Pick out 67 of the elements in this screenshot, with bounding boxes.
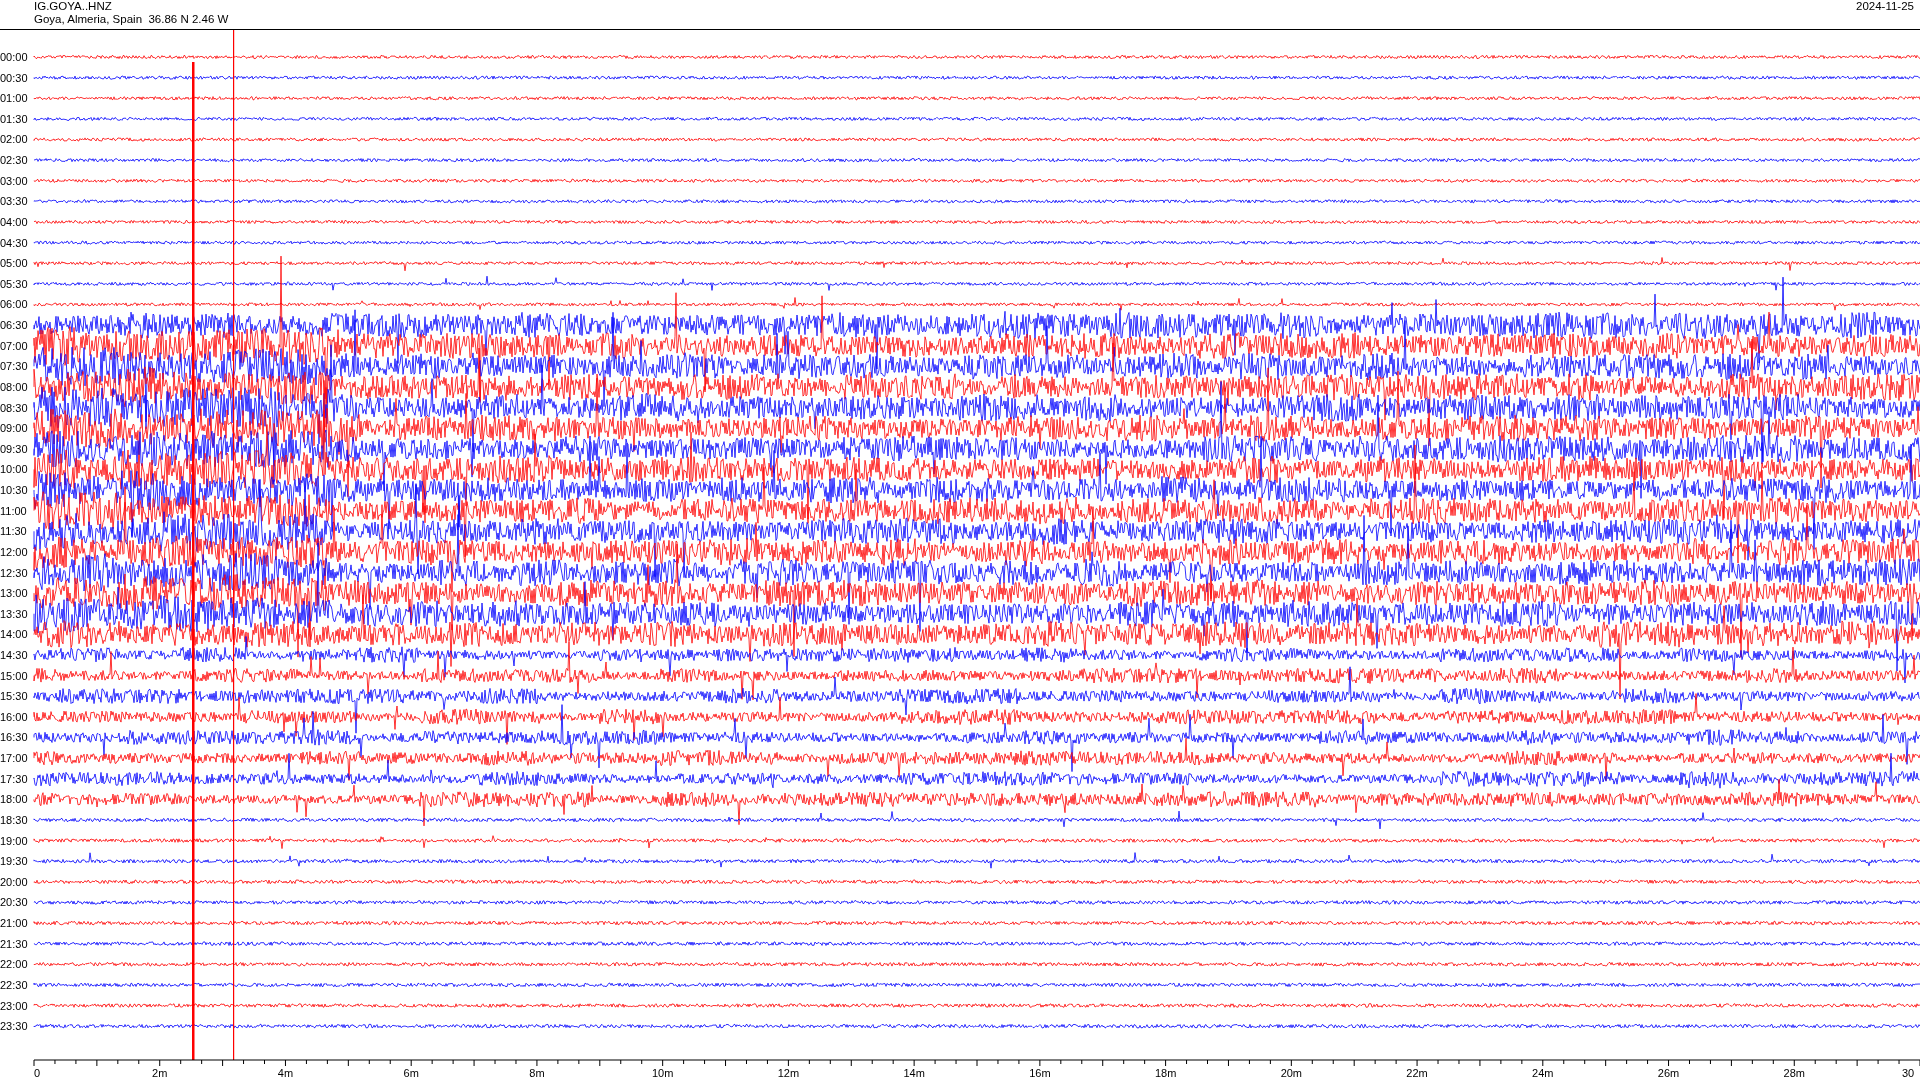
axis-label: 4m: [277, 1067, 294, 1078]
time-label: 22:00: [0, 958, 28, 971]
time-label: 00:00: [0, 51, 28, 63]
axis-label: 8m: [529, 1067, 545, 1078]
time-label: 20:30: [0, 896, 28, 909]
time-label: 16:00: [0, 710, 28, 723]
axis-label: 0: [34, 1067, 41, 1078]
time-label: 10:00: [0, 463, 28, 476]
axis-label: 30: [1901, 1067, 1915, 1078]
axis-label: 16m: [1029, 1067, 1051, 1078]
time-label: 15:00: [0, 669, 28, 682]
time-label: 02:30: [0, 154, 28, 167]
time-label: 14:00: [0, 628, 28, 641]
time-label: 20:00: [0, 875, 28, 888]
date-label: 2024-11-25: [1856, 0, 1915, 13]
time-label: 15:30: [0, 690, 28, 703]
time-label: 21:00: [0, 917, 28, 930]
time-label: 05:30: [0, 277, 28, 290]
time-label: 17:00: [0, 752, 28, 765]
time-label: 01:30: [0, 112, 28, 125]
time-label: 00:30: [0, 71, 28, 84]
axis-label: 22m: [1406, 1067, 1428, 1078]
time-label: 19:30: [0, 855, 28, 868]
axis-label: 2m: [152, 1067, 168, 1078]
time-label: 06:00: [0, 298, 28, 311]
time-label: 03:00: [0, 174, 28, 187]
time-label: 10:30: [0, 484, 28, 496]
axis-label: 14m: [903, 1067, 925, 1078]
time-label: 23:30: [0, 1020, 28, 1033]
axis-label: 10m: [651, 1067, 674, 1078]
axis-label: 28m: [1783, 1067, 1805, 1078]
time-label: 19:00: [0, 834, 28, 847]
axis-label: 12m: [777, 1067, 800, 1078]
time-label: 13:00: [0, 587, 28, 600]
time-label: 09:30: [0, 442, 28, 455]
time-label: 04:30: [0, 236, 28, 249]
time-label: 13:30: [0, 607, 28, 620]
axis-label: 18m: [1154, 1067, 1177, 1078]
time-label: 07:30: [0, 360, 28, 373]
time-label: 23:00: [0, 999, 28, 1012]
time-label: 02:00: [0, 133, 28, 146]
time-label: 03:30: [0, 195, 28, 208]
time-label: 08:00: [0, 380, 28, 393]
time-label: 11:00: [0, 504, 27, 517]
station-location: Goya, Almeria, Spain 36.86 N 2.46 W: [34, 13, 229, 26]
time-label: 04:00: [0, 215, 28, 228]
time-label: 09:00: [0, 422, 28, 435]
time-label: 18:30: [0, 813, 28, 826]
time-label: 08:30: [0, 401, 28, 414]
time-label: 11:30: [0, 525, 27, 538]
time-label: 01:00: [0, 92, 28, 105]
axis-label: 20m: [1280, 1067, 1303, 1078]
time-label: 12:30: [0, 566, 28, 579]
time-label: 16:30: [0, 731, 28, 744]
station-code: IG.GOYA..HNZ: [34, 0, 113, 13]
time-label: 12:00: [0, 545, 28, 558]
time-label: 05:00: [0, 257, 28, 270]
axis-label: 24m: [1532, 1067, 1554, 1078]
time-label: 18:00: [0, 793, 28, 806]
axis-label: 6m: [403, 1067, 419, 1078]
time-label: 07:00: [0, 339, 28, 352]
time-label: 14:30: [0, 649, 28, 661]
axis-label: 26m: [1657, 1067, 1680, 1078]
time-label: 17:30: [0, 772, 28, 785]
time-label: 06:30: [0, 319, 28, 332]
time-label: 22:30: [0, 978, 28, 991]
time-label: 21:30: [0, 937, 28, 950]
